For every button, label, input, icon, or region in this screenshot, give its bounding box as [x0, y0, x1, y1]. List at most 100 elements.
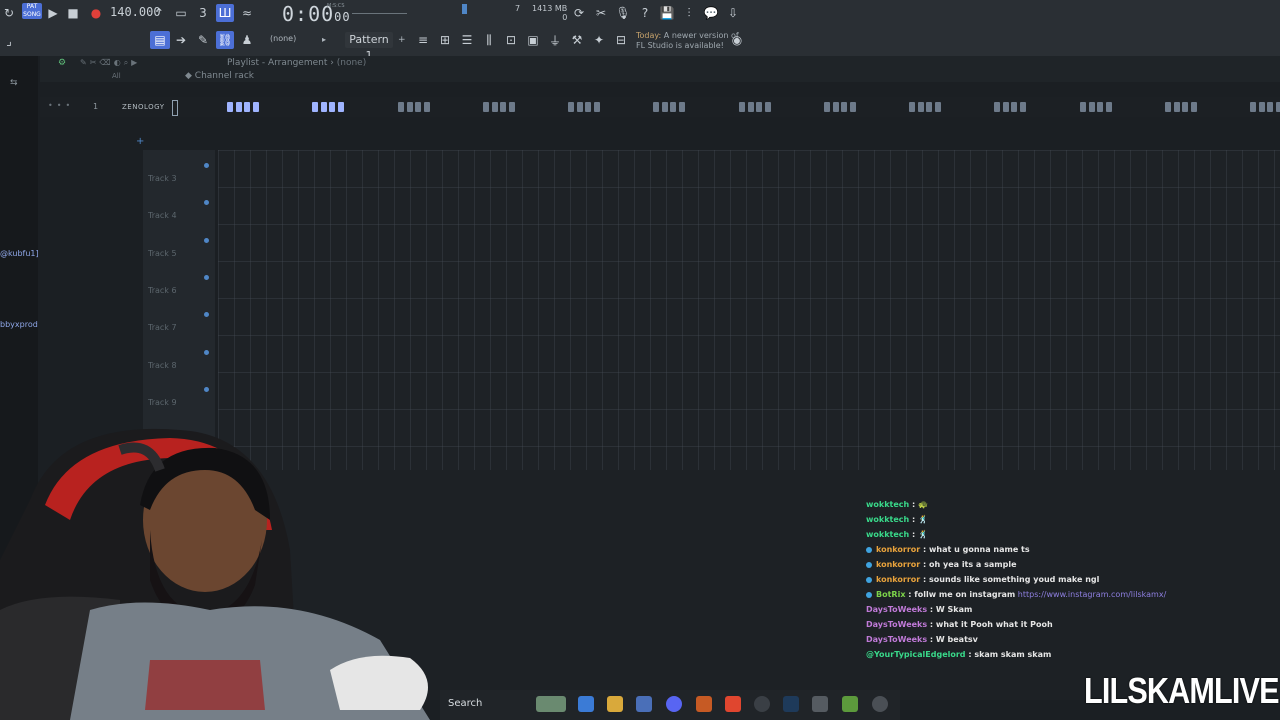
step-block[interactable] [678, 102, 685, 112]
step-block[interactable] [1275, 102, 1280, 112]
step-block[interactable] [1182, 102, 1188, 112]
step-cursor[interactable] [172, 100, 178, 116]
wand-icon[interactable]: ✦ [590, 31, 608, 49]
track-mute-icon[interactable] [204, 274, 209, 280]
step-block[interactable] [508, 102, 515, 112]
step-block[interactable] [1105, 102, 1112, 112]
step-block[interactable] [926, 102, 932, 112]
piano-roll-icon[interactable]: ⊞ [436, 31, 454, 49]
steam-icon[interactable] [783, 696, 799, 712]
discord-icon[interactable] [666, 696, 682, 712]
step-block[interactable] [398, 102, 404, 112]
channel-rack-title[interactable]: ◆ Channel rack [185, 71, 254, 81]
track-label[interactable]: Track 9 [148, 398, 177, 407]
step-edit-icon[interactable]: 3 [194, 4, 212, 22]
step-block[interactable] [824, 102, 830, 112]
track-label[interactable]: Track 8 [148, 361, 177, 370]
track-mute-icon[interactable] [204, 237, 209, 243]
left-panel-item-1[interactable]: @kubfu1] [0, 249, 39, 258]
step-block[interactable] [994, 102, 1000, 112]
step-block[interactable] [423, 102, 430, 112]
step-block[interactable] [483, 102, 489, 112]
step-block[interactable] [909, 102, 915, 112]
mixer-view-icon[interactable]: ⫼ [480, 31, 498, 49]
step-block[interactable] [1267, 102, 1273, 112]
clipboard-icon[interactable]: ▣ [524, 31, 542, 49]
pat-song-toggle[interactable]: PAT SONG [22, 3, 42, 19]
widgets-icon[interactable] [536, 696, 566, 712]
step-block[interactable] [235, 102, 242, 112]
chrome-icon[interactable] [842, 696, 858, 712]
download-icon[interactable]: ⇩ [724, 4, 742, 22]
step-block[interactable] [764, 102, 771, 112]
step-block[interactable] [585, 102, 591, 112]
step-block[interactable] [593, 102, 600, 112]
browser-icon[interactable]: ⊡ [502, 31, 520, 49]
app-icon[interactable] [812, 696, 828, 712]
step-block[interactable] [568, 102, 574, 112]
globe-icon[interactable]: ◉ [728, 31, 746, 49]
step-block[interactable] [1190, 102, 1197, 112]
step-block[interactable] [244, 102, 250, 112]
tools-icon[interactable]: ⚒ [568, 31, 586, 49]
mixer-icon[interactable]: ⫶ [680, 4, 698, 22]
step-block[interactable] [1173, 102, 1180, 112]
brave-icon[interactable] [725, 696, 741, 712]
step-block[interactable] [576, 102, 583, 112]
chat-link[interactable]: https://www.instagram.com/lilskamx/ [1015, 590, 1166, 599]
news-icon[interactable]: ⊟ [612, 31, 630, 49]
pattern-arrow-icon[interactable]: ▸ [322, 35, 326, 44]
step-block[interactable] [934, 102, 941, 112]
step-block[interactable] [1165, 102, 1171, 112]
channel-name[interactable]: ZENOLOGY [122, 103, 164, 111]
help-icon[interactable]: ? [636, 4, 654, 22]
step-block[interactable] [415, 102, 421, 112]
track-mute-icon[interactable] [204, 386, 209, 392]
step-block[interactable] [1080, 102, 1086, 112]
track-label[interactable]: Track 3 [148, 174, 177, 183]
step-block[interactable] [320, 102, 327, 112]
loop-record-icon[interactable]: ≈ [238, 4, 256, 22]
step-block[interactable] [1258, 102, 1265, 112]
track-label[interactable]: Track 4 [148, 211, 177, 220]
metronome-icon[interactable]: ⌃ [150, 4, 168, 22]
save-icon[interactable]: 💾 [658, 4, 676, 22]
pattern-add-icon[interactable]: + [398, 35, 406, 45]
step-block[interactable] [832, 102, 839, 112]
channel-controls-icon[interactable]: ••• [48, 101, 74, 110]
master-volume-slider[interactable] [352, 13, 407, 14]
step-block[interactable] [1250, 102, 1256, 112]
step-block[interactable] [252, 102, 259, 112]
step-block[interactable] [491, 102, 498, 112]
add-channel-icon[interactable]: + [136, 136, 144, 147]
chat-icon[interactable]: 💬 [702, 4, 720, 22]
play-icon[interactable]: ▶ [44, 4, 62, 22]
mic-icon[interactable]: 🎙 [614, 4, 632, 22]
4k-app-icon[interactable] [872, 696, 888, 712]
step-block[interactable] [1097, 102, 1103, 112]
track-mute-icon[interactable] [204, 163, 209, 168]
playlist-icon[interactable]: ≡ [414, 31, 432, 49]
taskbar-search[interactable]: Search [448, 698, 482, 709]
blend-notes-icon[interactable]: ▭ [172, 4, 190, 22]
step-block[interactable] [329, 102, 335, 112]
playlist-options-icon[interactable]: ⚙ [58, 58, 66, 68]
step-block[interactable] [756, 102, 762, 112]
playlist-tool-icon[interactable]: ▤ [150, 31, 170, 49]
fl-studio-icon[interactable] [696, 696, 712, 712]
left-panel-item-2[interactable]: bbyxprod [0, 320, 38, 329]
cut-icon[interactable]: ✂ [592, 4, 610, 22]
step-block[interactable] [337, 102, 344, 112]
step-block[interactable] [670, 102, 676, 112]
step-block[interactable] [917, 102, 924, 112]
step-block[interactable] [227, 102, 233, 112]
step-block[interactable] [406, 102, 413, 112]
store-icon[interactable] [636, 696, 652, 712]
step-block[interactable] [661, 102, 668, 112]
menu-icon[interactable]: ↻ [0, 4, 18, 22]
track-mute-icon[interactable] [204, 349, 209, 355]
stamp-icon[interactable]: ♟ [238, 31, 256, 49]
track-label[interactable]: Track 5 [148, 249, 177, 258]
draw-tool-icon[interactable]: ✎ [194, 31, 212, 49]
step-block[interactable] [1088, 102, 1095, 112]
